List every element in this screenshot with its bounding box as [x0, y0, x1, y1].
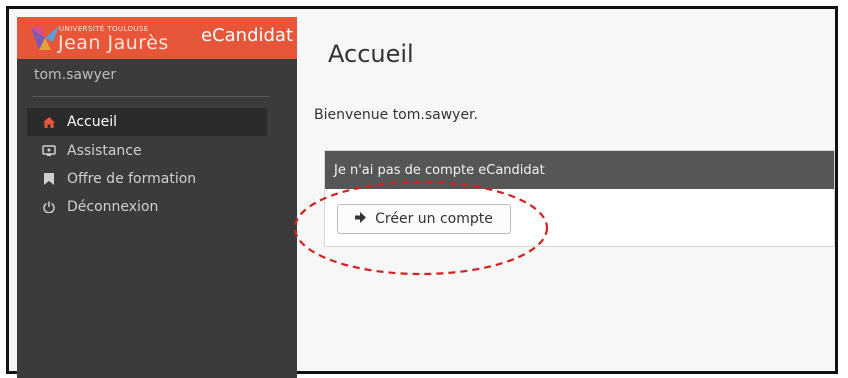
page-title: Accueil — [328, 40, 414, 68]
sidebar-item-label: Déconnexion — [67, 199, 159, 215]
sidebar-divider — [33, 96, 269, 97]
university-name: Jean Jaurès — [58, 32, 169, 54]
sidebar-item-label: Offre de formation — [67, 171, 197, 187]
sidebar-item-deconnexion[interactable]: Déconnexion — [27, 193, 267, 221]
dashed-ellipse-annotation — [293, 180, 549, 276]
welcome-message: Bienvenue tom.sawyer. — [314, 107, 478, 123]
bookmark-icon — [41, 173, 57, 185]
support-icon — [41, 145, 57, 157]
sidebar-item-assistance[interactable]: Assistance — [27, 137, 267, 165]
home-icon — [41, 116, 57, 128]
sidebar-item-accueil[interactable]: Accueil — [27, 108, 267, 136]
sidebar: UNIVERSITÉ TOULOUSE Jean Jaurès eCandida… — [17, 17, 297, 378]
power-icon — [41, 201, 57, 213]
sidebar-item-offre-de-formation[interactable]: Offre de formation — [27, 165, 267, 193]
app-name: eCandidat — [201, 25, 294, 46]
username-label: tom.sawyer — [34, 67, 117, 83]
sidebar-item-label: Assistance — [67, 143, 142, 159]
brand-header[interactable]: UNIVERSITÉ TOULOUSE Jean Jaurès eCandida… — [17, 17, 297, 59]
sidebar-item-label: Accueil — [67, 114, 117, 130]
